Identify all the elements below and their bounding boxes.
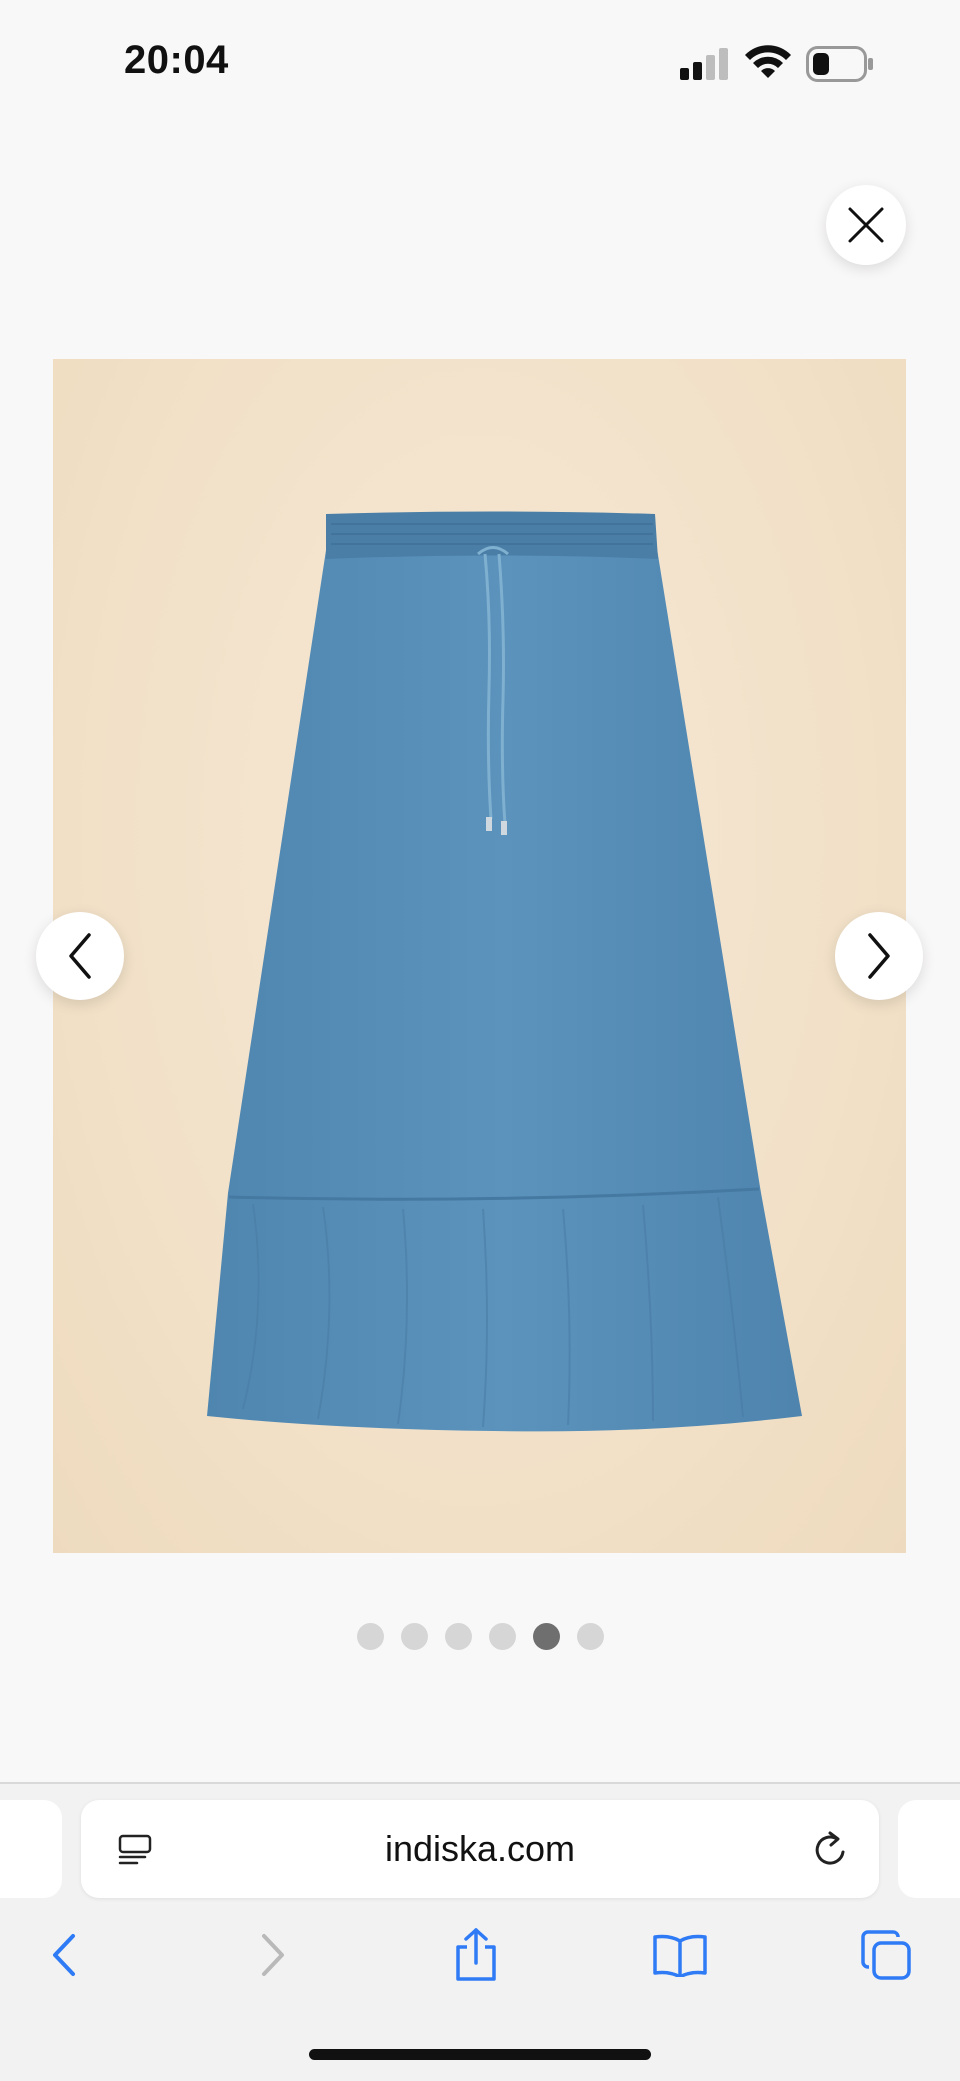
back-icon (53, 1934, 75, 1976)
chevron-right-icon (868, 933, 890, 979)
pagination-dot[interactable] (444, 1623, 472, 1650)
url-text[interactable]: indiska.com (81, 1800, 879, 1898)
browser-toolbar (0, 1925, 960, 1985)
tabs-icon (861, 1930, 911, 1980)
status-bar: 20:04 (0, 0, 960, 130)
product-image[interactable] (53, 359, 906, 1553)
close-button[interactable] (826, 185, 906, 265)
next-image-button[interactable] (835, 912, 923, 1000)
pagination-dot[interactable] (488, 1623, 516, 1650)
image-pagination (0, 1623, 960, 1651)
wifi-icon (745, 45, 791, 78)
reload-icon[interactable] (811, 1830, 851, 1870)
signal-icon (680, 48, 728, 80)
forward-button[interactable] (243, 1925, 303, 1985)
back-button[interactable] (34, 1925, 94, 1985)
address-bar[interactable]: indiska.com (81, 1800, 879, 1898)
pagination-dot[interactable] (356, 1623, 384, 1650)
pagination-dot[interactable] (576, 1623, 604, 1650)
previous-tab-preview[interactable] (0, 1800, 62, 1898)
chevron-left-icon (69, 933, 91, 979)
close-icon (848, 207, 884, 243)
pagination-dot[interactable] (400, 1623, 428, 1650)
status-time: 20:04 (124, 38, 229, 82)
battery-icon (806, 46, 873, 82)
page-menu-icon[interactable] (117, 1832, 153, 1868)
bookmarks-icon (653, 1934, 707, 1977)
previous-image-button[interactable] (36, 912, 124, 1000)
tabs-button[interactable] (856, 1925, 916, 1985)
forward-icon (262, 1934, 284, 1976)
next-tab-preview[interactable] (898, 1800, 960, 1898)
bookmarks-button[interactable] (650, 1925, 710, 1985)
pagination-dot-active[interactable] (532, 1623, 560, 1650)
home-indicator (309, 2049, 651, 2060)
share-icon (456, 1928, 496, 1981)
share-button[interactable] (446, 1925, 506, 1985)
skirt-illustration (207, 511, 802, 1432)
